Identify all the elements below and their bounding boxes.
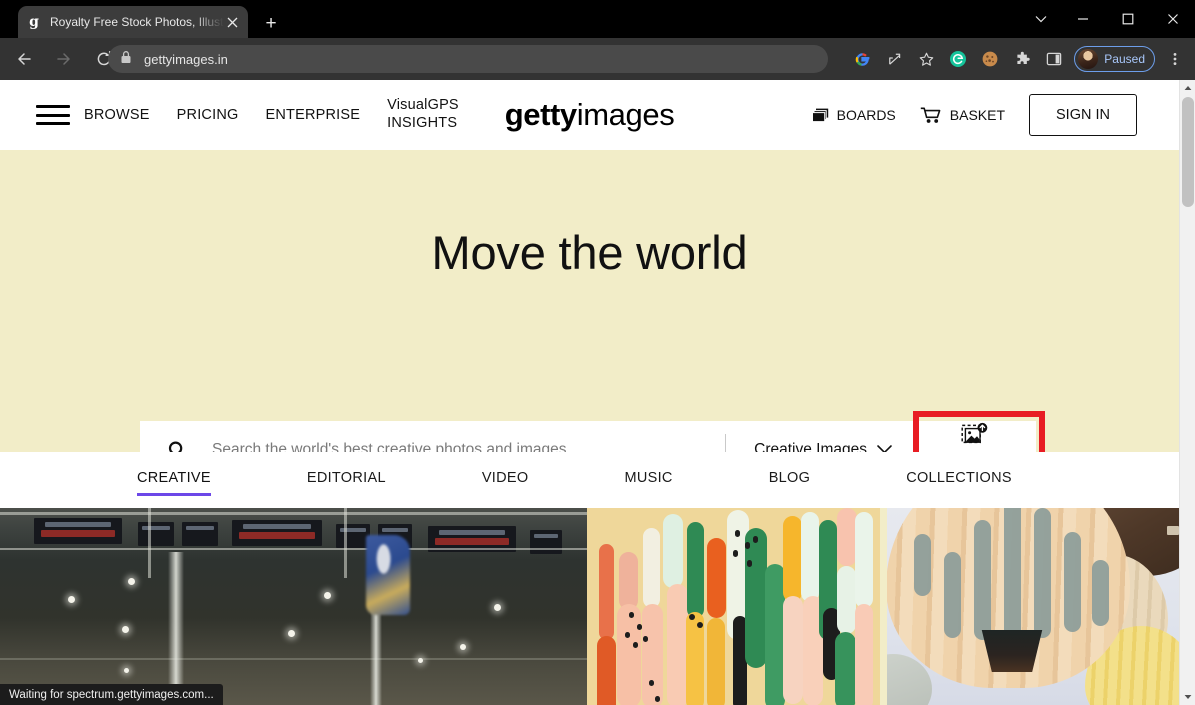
- tab-blog[interactable]: BLOG: [769, 470, 811, 491]
- scrollbar-thumb[interactable]: [1182, 97, 1194, 207]
- sign-in-button[interactable]: SIGN IN: [1029, 94, 1137, 136]
- site-header: BROWSE PRICING ENTERPRISE VisualGPS INSI…: [0, 80, 1179, 150]
- hero-section: Move the world: [0, 150, 1179, 452]
- nav-browse[interactable]: BROWSE: [84, 107, 150, 123]
- chevron-down-icon[interactable]: [1022, 0, 1060, 38]
- scroll-down-arrow-icon[interactable]: [1180, 689, 1195, 705]
- browser-toolbar: gettyimages.in Paused: [0, 38, 1195, 80]
- browser-tab[interactable]: g Royalty Free Stock Photos, Illustra: [18, 6, 248, 38]
- nav-pricing[interactable]: PRICING: [177, 107, 239, 123]
- new-tab-button[interactable]: +: [258, 10, 284, 36]
- basket-label: BASKET: [949, 107, 1006, 123]
- boards-button[interactable]: BOARDS: [811, 107, 896, 123]
- page-scrollbar[interactable]: [1179, 80, 1195, 705]
- flag: [366, 535, 410, 615]
- nav-visualgps-line2: INSIGHTS: [387, 115, 458, 131]
- cookie-editor-icon[interactable]: [975, 44, 1005, 74]
- stadium-concourse-photo[interactable]: [0, 508, 587, 705]
- tab-collections[interactable]: COLLECTIONS: [906, 470, 1012, 491]
- basket-cart-icon: [920, 107, 942, 124]
- getty-g-favicon: g: [29, 14, 39, 30]
- back-arrow-icon[interactable]: [8, 43, 40, 75]
- maximize-button[interactable]: [1105, 0, 1150, 38]
- hamburger-menu-icon[interactable]: [36, 105, 70, 125]
- share-icon[interactable]: [879, 44, 909, 74]
- boards-icon: [811, 108, 829, 123]
- logo-getty: getty: [504, 97, 577, 132]
- balloons-image: [880, 508, 1179, 705]
- stadium-image: [0, 508, 587, 705]
- nav-visualgps-line1: VisualGPS: [387, 97, 459, 114]
- status-bar: Waiting for spectrum.gettyimages.com...: [0, 684, 223, 705]
- hero-title: Move the world: [431, 226, 748, 279]
- side-panel-icon[interactable]: [1039, 44, 1069, 74]
- bookmark-star-icon[interactable]: [911, 44, 941, 74]
- address-bar[interactable]: gettyimages.in: [108, 45, 828, 73]
- close-window-button[interactable]: [1150, 0, 1195, 38]
- toolbar-icons: Paused: [846, 38, 1191, 80]
- tab-creative[interactable]: CREATIVE: [137, 470, 211, 496]
- getty-images-homepage: BROWSE PRICING ENTERPRISE VisualGPS INSI…: [0, 80, 1179, 705]
- lock-icon[interactable]: [120, 50, 134, 69]
- minimize-button[interactable]: [1060, 0, 1105, 38]
- avatar: [1078, 49, 1099, 69]
- painting-image: [587, 508, 880, 705]
- close-icon[interactable]: [224, 14, 240, 30]
- tab-music[interactable]: MUSIC: [624, 470, 672, 491]
- three-dot-menu-icon[interactable]: [1160, 44, 1190, 74]
- nav-enterprise[interactable]: ENTERPRISE: [265, 107, 360, 123]
- boards-label: BOARDS: [836, 107, 896, 123]
- grammarly-icon[interactable]: [943, 44, 973, 74]
- extensions-puzzle-icon[interactable]: [1007, 44, 1037, 74]
- category-tabs: CREATIVE EDITORIAL VIDEO MUSIC BLOG COLL…: [0, 452, 1179, 508]
- profile-status-label: Paused: [1104, 52, 1145, 66]
- browser-window: g Royalty Free Stock Photos, Illustra +: [0, 0, 1195, 705]
- profile-button[interactable]: Paused: [1074, 46, 1155, 72]
- hot-air-balloons-photo[interactable]: [880, 508, 1179, 705]
- window-controls: [1022, 0, 1195, 38]
- tab-video[interactable]: VIDEO: [482, 470, 529, 491]
- logo-images: images: [576, 97, 675, 132]
- google-lens-icon[interactable]: [847, 44, 877, 74]
- tab-editorial[interactable]: EDITORIAL: [307, 470, 386, 491]
- forward-arrow-icon[interactable]: [48, 43, 80, 75]
- image-upload-icon: [961, 422, 989, 451]
- nav-visualgps-insights[interactable]: VisualGPS INSIGHTS: [387, 97, 459, 132]
- address-bar-url: gettyimages.in: [144, 51, 228, 67]
- thumb-edge: [880, 508, 887, 705]
- featured-thumbnails: [0, 508, 1179, 705]
- basket-button[interactable]: BASKET: [920, 107, 1005, 124]
- page-viewport: BROWSE PRICING ENTERPRISE VisualGPS INSI…: [0, 80, 1195, 705]
- abstract-brushstroke-painting[interactable]: [587, 508, 880, 705]
- scroll-up-arrow-icon[interactable]: [1180, 80, 1195, 96]
- browser-tab-title: Royalty Free Stock Photos, Illustra: [50, 15, 224, 29]
- browser-titlebar: g Royalty Free Stock Photos, Illustra +: [0, 0, 1195, 38]
- header-actions: BOARDS BASKET SIGN IN: [811, 94, 1137, 136]
